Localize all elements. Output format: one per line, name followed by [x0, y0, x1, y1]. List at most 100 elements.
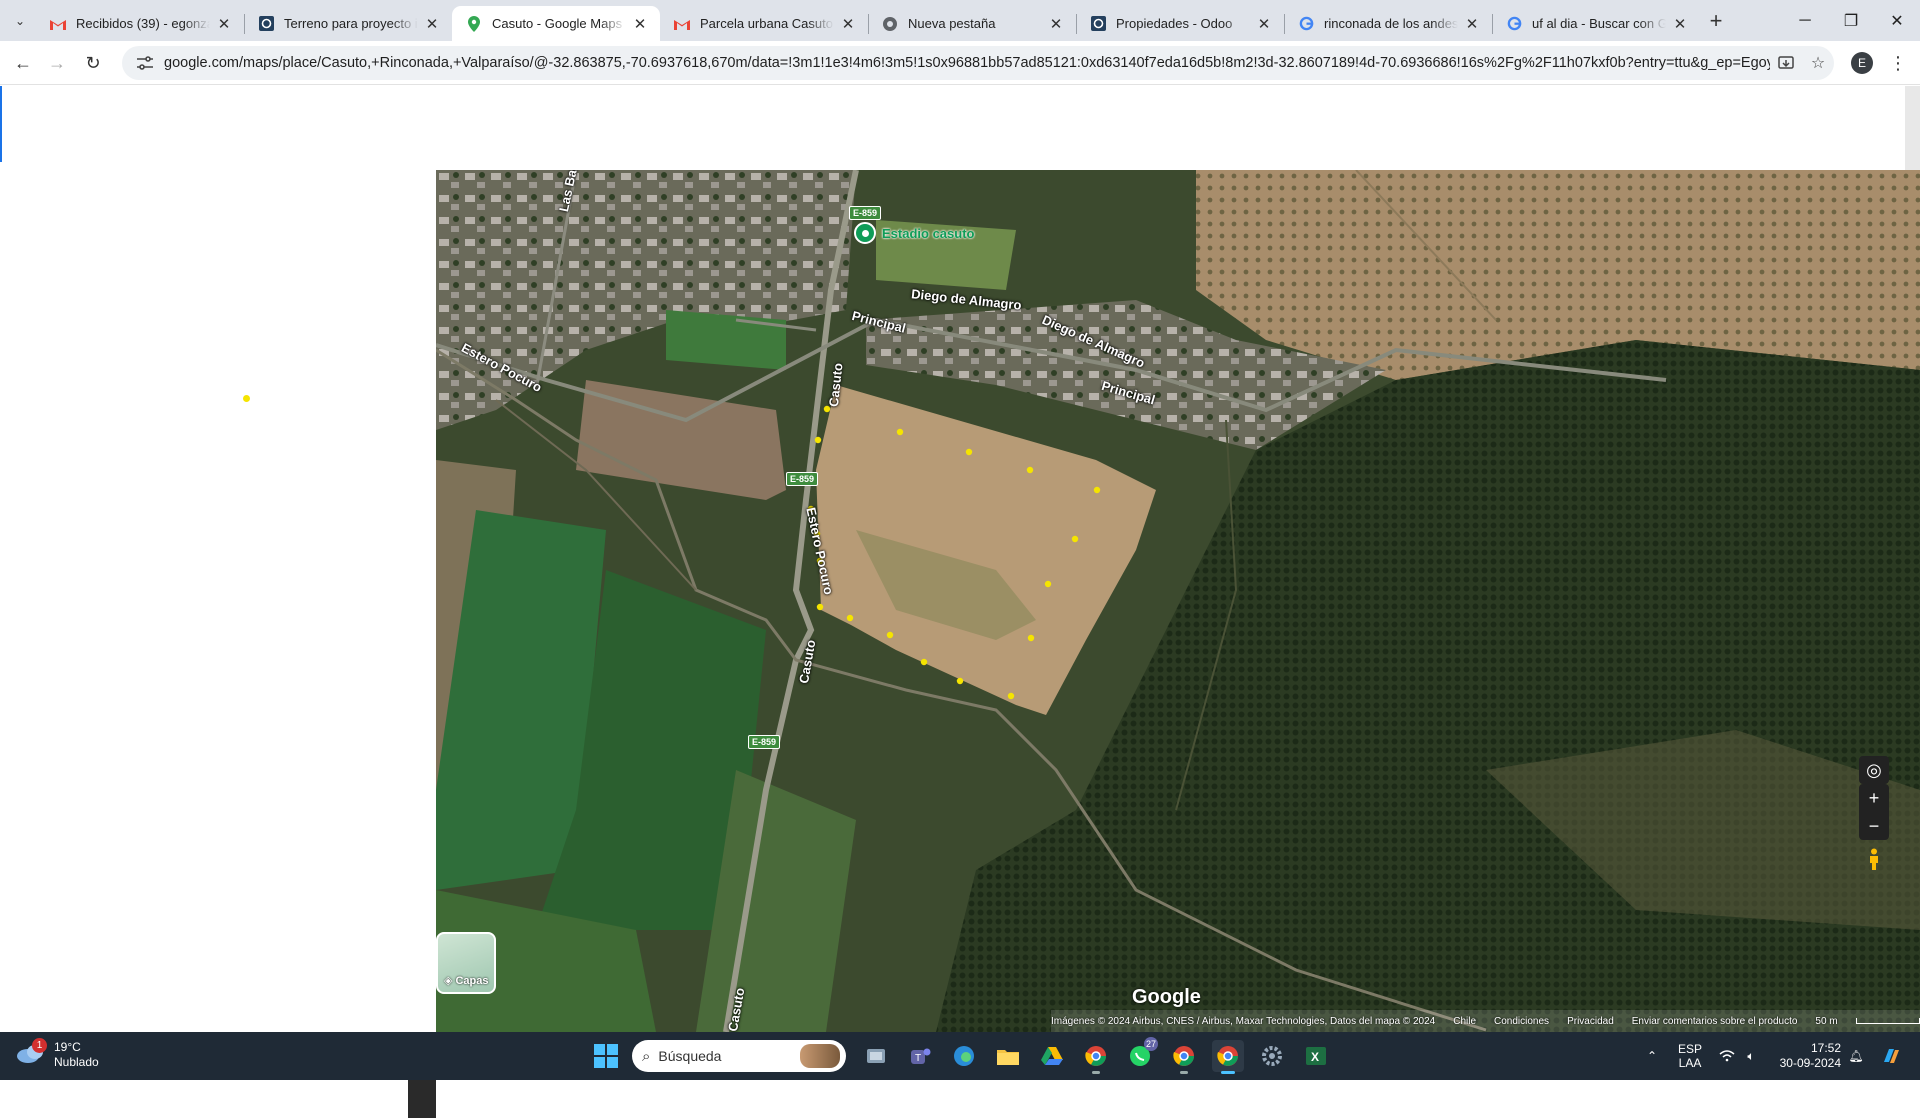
weather-alert-badge: 1 [32, 1038, 47, 1053]
tab-odoo-propiedades[interactable]: Propiedades - Odoo ✕ [1076, 6, 1284, 41]
layers-label: Capas [455, 974, 489, 987]
language-code: ESP [1677, 1042, 1702, 1056]
feedback-link[interactable]: Enviar comentarios sobre el producto [1632, 1016, 1798, 1027]
layers-button[interactable]: ◈ Capas [436, 932, 496, 994]
whatsapp-unread-count: 27 [1143, 1037, 1158, 1051]
active-indicator [1221, 1071, 1235, 1074]
stray-marker-dot [243, 395, 250, 402]
notification-bell-icon[interactable]: 🔔︎ [1846, 1032, 1866, 1080]
bookmark-star-icon[interactable]: ☆ [1802, 48, 1834, 78]
tab-title: rinconada de los andes y [1324, 16, 1458, 31]
task-view-icon[interactable] [860, 1040, 892, 1072]
chrome-profile-icon[interactable] [1080, 1040, 1112, 1074]
edge-icon[interactable] [948, 1040, 980, 1072]
tab-new-tab[interactable]: Nueva pestaña ✕ [868, 6, 1076, 41]
scrollbar-track[interactable] [1905, 86, 1920, 170]
site-settings-icon[interactable] [130, 56, 160, 70]
close-icon[interactable]: ✕ [1464, 16, 1480, 33]
tab-title: uf al dia - Buscar con Goo [1532, 16, 1666, 31]
pegman-icon[interactable] [1859, 845, 1889, 873]
chrome-profile-icon[interactable] [1168, 1040, 1200, 1074]
running-indicator [1180, 1071, 1188, 1074]
search-highlight-image [800, 1044, 840, 1068]
weather-widget[interactable]: 1 19°C Nublado [16, 1038, 99, 1070]
poi-estadio-casuto[interactable]: Estadio casuto [854, 222, 974, 244]
close-icon[interactable]: ✕ [632, 16, 648, 33]
language-indicator[interactable]: ESP LAA [1672, 1032, 1708, 1080]
url-text[interactable]: google.com/maps/place/Casuto,+Rinconada,… [164, 55, 1770, 71]
close-icon[interactable]: ✕ [840, 16, 856, 33]
back-arrow-icon[interactable]: ← [8, 48, 38, 78]
maps-pin-icon [466, 15, 482, 32]
settings-gear-icon[interactable] [1256, 1040, 1288, 1072]
my-location-icon[interactable]: ◎ [1859, 756, 1889, 784]
scale-label[interactable]: 50 m [1815, 1016, 1837, 1027]
close-window-icon[interactable]: ✕ [1874, 0, 1920, 41]
tab-gmail-inbox[interactable]: Recibidos (39) - egonzalez ✕ [36, 6, 244, 41]
tab-google-maps[interactable]: Casuto - Google Maps ✕ [452, 6, 660, 41]
odoo-icon [1090, 16, 1106, 32]
tab-google-search-rinconada[interactable]: rinconada de los andes y ✕ [1284, 6, 1492, 41]
tab-title: Terreno para proyecto inm [284, 16, 418, 31]
install-app-icon[interactable] [1770, 48, 1802, 78]
gmail-icon [674, 16, 690, 32]
close-icon[interactable]: ✕ [1256, 16, 1272, 33]
tab-odoo-terreno[interactable]: Terreno para proyecto inm ✕ [244, 6, 452, 41]
close-icon[interactable]: ✕ [1048, 16, 1064, 33]
country-link[interactable]: Chile [1453, 1016, 1476, 1027]
clock-date: 30-09-2024 [1779, 1056, 1841, 1070]
excel-icon[interactable]: X [1300, 1040, 1332, 1072]
weather-desc: Nublado [54, 1055, 99, 1069]
search-icon: ⌕ [642, 1047, 651, 1065]
tab-strip: ⌄ Recibidos (39) - egonzalez ✕ Terreno p… [0, 0, 1920, 41]
profile-avatar[interactable]: E [1851, 52, 1873, 74]
svg-text:X: X [1311, 1050, 1319, 1064]
clock[interactable]: 17:52 30-09-2024 [1771, 1041, 1841, 1071]
restore-icon[interactable]: ❐ [1828, 0, 1874, 41]
tab-gmail-parcela[interactable]: Parcela urbana Casuto - R ✕ [660, 6, 868, 41]
tab-google-search-uf[interactable]: uf al dia - Buscar con Goo ✕ [1492, 6, 1700, 41]
scale-bar [1855, 1018, 1920, 1024]
terms-link[interactable]: Condiciones [1494, 1016, 1549, 1027]
layers-icon: ◈ [444, 975, 453, 987]
map-attribution-bar: Imágenes © 2024 Airbus, CNES / Airbus, M… [1051, 1010, 1920, 1032]
windows-taskbar: 1 19°C Nublado ⌕ Búsqueda T 27 X ⌃ ESP L… [0, 1032, 1920, 1080]
reload-icon[interactable]: ↻ [78, 48, 108, 78]
wifi-icon[interactable] [1716, 1032, 1738, 1080]
copilot-icon[interactable] [1876, 1032, 1906, 1080]
teams-icon[interactable]: T [904, 1040, 936, 1072]
route-shield-e859: E-859 [786, 472, 819, 486]
whatsapp-icon[interactable]: 27 [1124, 1037, 1158, 1072]
hidden-icons-chevron-icon[interactable]: ⌃ [1640, 1032, 1664, 1080]
windows-start-icon[interactable] [594, 1044, 618, 1068]
zoom-in-button[interactable]: + [1859, 784, 1889, 812]
route-shield-e859: E-859 [849, 206, 882, 220]
gmail-icon [50, 16, 66, 32]
volume-icon[interactable]: 🔈︎ [1740, 1032, 1762, 1080]
tab-title: Parcela urbana Casuto - R [700, 16, 834, 31]
google-icon [1506, 16, 1522, 32]
privacy-link[interactable]: Privacidad [1567, 1016, 1614, 1027]
chrome-icon [882, 16, 898, 32]
tab-search-chevron-icon[interactable]: ⌄ [8, 9, 32, 33]
address-bar[interactable]: google.com/maps/place/Casuto,+Rinconada,… [122, 46, 1834, 80]
taskbar-search[interactable]: ⌕ Búsqueda [632, 1040, 846, 1072]
minimize-icon[interactable]: ─ [1782, 0, 1828, 41]
zoom-out-button[interactable]: − [1859, 812, 1889, 840]
close-icon[interactable]: ✕ [424, 16, 440, 33]
chrome-active-icon[interactable] [1212, 1040, 1244, 1074]
route-shield-e859: E-859 [748, 735, 781, 749]
new-tab-button[interactable]: + [1703, 8, 1729, 33]
tab-title: Propiedades - Odoo [1116, 16, 1233, 31]
forward-arrow-icon[interactable]: → [42, 48, 72, 78]
satellite-map[interactable]: Las Bandurrias Estero Pocuro Diego de Al… [436, 170, 1920, 1032]
close-icon[interactable]: ✕ [1672, 16, 1688, 33]
tab-title: Nueva pestaña [908, 16, 996, 31]
more-menu-icon[interactable]: ⋮ [1887, 51, 1909, 75]
google-drive-icon[interactable] [1036, 1040, 1068, 1072]
layers-label-wrap: ◈ Capas [444, 974, 489, 988]
cloud-icon: 1 [16, 1038, 47, 1068]
close-icon[interactable]: ✕ [216, 16, 232, 33]
weather-temp: 19°C [54, 1040, 81, 1054]
file-explorer-icon[interactable] [992, 1040, 1024, 1072]
